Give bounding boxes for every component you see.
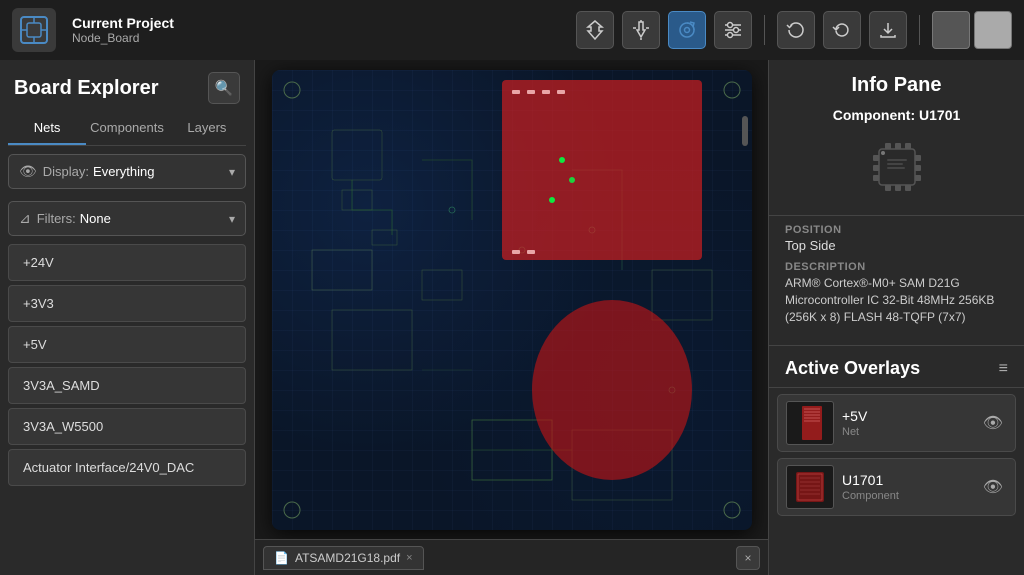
overlay-menu-icon[interactable]: ≡: [999, 360, 1008, 378]
project-name: Current Project: [72, 15, 174, 31]
position-label: Position: [785, 224, 1008, 236]
active-overlays-header: Active Overlays ≡: [769, 345, 1024, 388]
component-thumbnail: [785, 135, 1008, 199]
info-pane-panel: Info Pane Component: U1701: [768, 60, 1024, 575]
app-logo: [12, 8, 56, 52]
rotate-tool-button[interactable]: [668, 11, 706, 49]
pdf-tab-label: ATSAMD21G18.pdf: [295, 551, 400, 565]
pcb-scrollbar[interactable]: [742, 116, 748, 146]
overlay-thumbnail-u1701: [786, 465, 834, 509]
toolbar-divider-2: [919, 15, 920, 45]
overlay-visibility-5v-button[interactable]: 👁: [979, 409, 1007, 437]
panel-title: Board Explorer: [14, 77, 158, 100]
overlay-type-u1701: Component: [842, 490, 971, 502]
overlay-type-5v: Net: [842, 426, 971, 438]
component-label: Component: U1701: [785, 107, 1008, 123]
display-control[interactable]: 👁 Display: Everything ▾: [8, 154, 246, 189]
adjust-tool-button[interactable]: [714, 11, 752, 49]
overlay-info-u1701: U1701 Component: [842, 472, 971, 502]
net-item-5v[interactable]: +5V: [8, 326, 246, 363]
overlay-item-u1701[interactable]: U1701 Component 👁: [777, 458, 1016, 516]
description-field: Description ARM® Cortex®-M0+ SAM D21G Mi…: [785, 261, 1008, 325]
net-item-3v3a-samd[interactable]: 3V3A_SAMD: [8, 367, 246, 404]
info-pane-header: Info Pane Component: U1701: [769, 60, 1024, 216]
pcb-board[interactable]: [272, 70, 752, 530]
panel-header: Board Explorer 🔍: [0, 60, 254, 112]
overlay-item-5v[interactable]: +5V Net 👁: [777, 394, 1016, 452]
net-list: +24V +3V3 +5V 3V3A_SAMD 3V3A_W5500 Actua…: [0, 240, 254, 575]
filter-label: Filters:: [37, 211, 76, 226]
display-chevron-icon: ▾: [229, 165, 235, 179]
overlay-info-5v: +5V Net: [842, 408, 971, 438]
component-prefix: Component:: [833, 107, 915, 123]
view-mode-light-button[interactable]: [974, 11, 1012, 49]
toolbar: Current Project Node_Board: [0, 0, 1024, 60]
net-item-actuator[interactable]: Actuator Interface/24V0_DAC: [8, 449, 246, 486]
display-label: Display:: [43, 164, 89, 179]
filter-chevron-icon: ▾: [229, 212, 235, 226]
undo-button[interactable]: [823, 11, 861, 49]
place-tool-button[interactable]: [576, 11, 614, 49]
description-label: Description: [785, 261, 1008, 273]
pdf-tab[interactable]: 📄 ATSAMD21G18.pdf ×: [263, 546, 424, 570]
bottom-close-button[interactable]: ×: [736, 546, 760, 570]
active-overlays-title: Active Overlays: [785, 358, 920, 379]
pcb-canvas[interactable]: [255, 60, 768, 539]
display-value: Everything: [93, 164, 229, 179]
overlay-name-u1701: U1701: [842, 472, 971, 488]
view-toggle-pair: [932, 11, 1012, 49]
overlay-thumbnail-5v: [786, 401, 834, 445]
filter-value: None: [80, 211, 229, 226]
main-area: Board Explorer 🔍 Nets Components Layers …: [0, 60, 1024, 575]
project-title: Current Project Node_Board: [72, 15, 174, 45]
info-pane-title: Info Pane: [785, 74, 1008, 97]
overlay-list: +5V Net 👁: [769, 388, 1024, 575]
description-value: ARM® Cortex®-M0+ SAM D21G Microcontrolle…: [785, 275, 1008, 325]
pcb-view-area: 📄 ATSAMD21G18.pdf × ×: [255, 60, 768, 575]
pcb-traces-svg: [272, 70, 752, 530]
eye-icon: 👁: [19, 163, 37, 180]
position-value: Top Side: [785, 238, 1008, 253]
export-button[interactable]: [869, 11, 907, 49]
filter-icon: ⊿: [19, 210, 31, 227]
refresh-button[interactable]: [777, 11, 815, 49]
board-name: Node_Board: [72, 31, 174, 45]
position-field: Position Top Side: [785, 224, 1008, 253]
component-id: U1701: [919, 107, 960, 123]
tab-bar: Nets Components Layers: [8, 112, 246, 146]
filter-control[interactable]: ⊿ Filters: None ▾: [8, 201, 246, 236]
pdf-tab-close-button[interactable]: ×: [406, 552, 412, 564]
pdf-icon: 📄: [274, 551, 289, 565]
view-mode-dark-button[interactable]: [932, 11, 970, 49]
board-explorer-panel: Board Explorer 🔍 Nets Components Layers …: [0, 60, 255, 575]
net-item-3v3[interactable]: +3V3: [8, 285, 246, 322]
overlay-visibility-u1701-button[interactable]: 👁: [979, 473, 1007, 501]
tab-components[interactable]: Components: [86, 112, 168, 145]
net-item-3v3a-w5500[interactable]: 3V3A_W5500: [8, 408, 246, 445]
overlay-name-5v: +5V: [842, 408, 971, 424]
net-item-24v[interactable]: +24V: [8, 244, 246, 281]
search-button[interactable]: 🔍: [208, 72, 240, 104]
tab-nets[interactable]: Nets: [8, 112, 86, 145]
bottom-tabbar: 📄 ATSAMD21G18.pdf × ×: [255, 539, 768, 575]
toolbar-divider-1: [764, 15, 765, 45]
pan-tool-button[interactable]: [622, 11, 660, 49]
tab-layers[interactable]: Layers: [168, 112, 246, 145]
info-fields: Position Top Side Description ARM® Corte…: [769, 216, 1024, 341]
chip-svg-icon: [865, 135, 929, 199]
